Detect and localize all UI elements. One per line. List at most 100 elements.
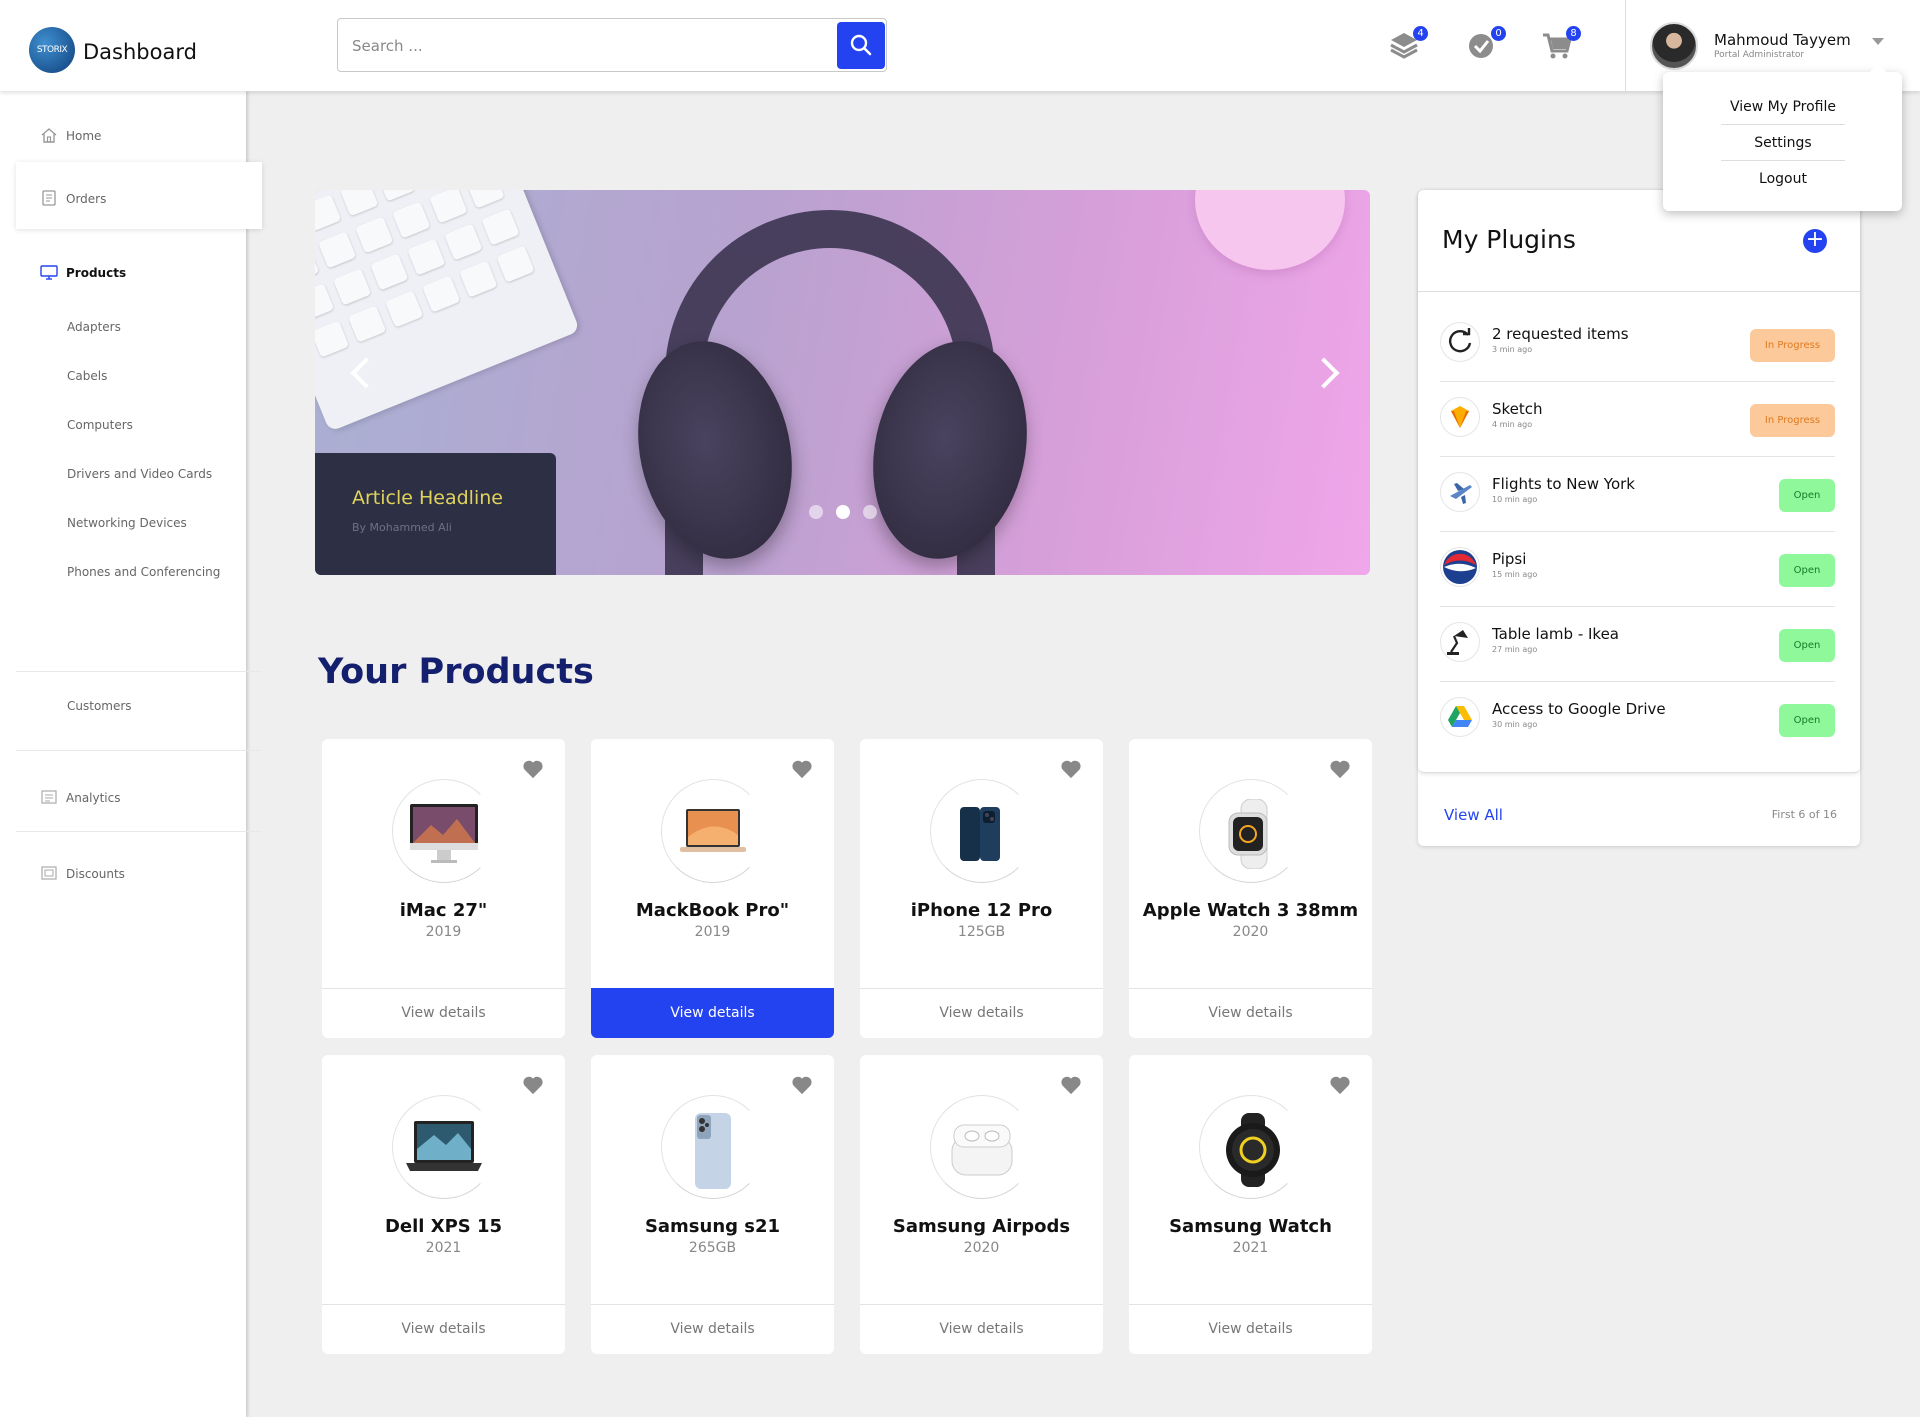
carousel-prev-icon[interactable] [349, 350, 377, 396]
carousel-dot-2[interactable] [836, 505, 850, 519]
plugin-name: Flights to New York [1492, 475, 1635, 493]
plugins-list-container: My Plugins + 2 requested items 3 min ago… [1418, 190, 1860, 773]
plus-icon[interactable]: + [1803, 229, 1827, 253]
sidebar-subitem-phones[interactable]: Phones and Conferencing [67, 565, 220, 579]
plugin-row[interactable]: Flights to New York 10 min ago Open [1440, 457, 1835, 532]
plugin-time: 4 min ago [1492, 420, 1533, 429]
sidebar-subitem-networking[interactable]: Networking Devices [67, 516, 187, 530]
plugin-time: 10 min ago [1492, 495, 1538, 504]
tasks-button[interactable]: 0 [1466, 26, 1506, 62]
plugin-time: 30 min ago [1492, 720, 1538, 729]
search-button[interactable] [837, 22, 885, 69]
product-card: Apple Watch 3 38mm 2020 View details [1129, 739, 1372, 1038]
status-badge: Open [1779, 704, 1835, 737]
apple-watch-icon [1228, 799, 1268, 869]
view-details-button[interactable]: View details [860, 988, 1103, 1038]
search-icon [850, 34, 872, 56]
plugins-title: My Plugins [1442, 225, 1576, 254]
menu-divider [1721, 160, 1845, 161]
user-role: Portal Administrator [1714, 50, 1805, 60]
lamp-icon [1440, 622, 1480, 662]
samsung-phone-icon [695, 1113, 731, 1189]
article-byline: By Mohammed Ali [352, 521, 452, 534]
view-all-link[interactable]: View All [1444, 806, 1503, 824]
cart-button[interactable]: 8 [1541, 26, 1581, 62]
sidebar-subitem-computers[interactable]: Computers [67, 418, 133, 432]
airplane-icon [1440, 472, 1480, 512]
top-header: STORIX Dashboard 4 0 8 Mahmoud Tayyem Po… [0, 0, 1920, 91]
heart-icon[interactable] [791, 759, 813, 779]
search-box [337, 18, 887, 72]
menu-item-logout[interactable]: Logout [1713, 171, 1853, 187]
google-drive-icon [1440, 697, 1480, 737]
view-details-button[interactable]: View details [591, 988, 834, 1038]
sidebar: Home Orders Products Adapters Cabels Com… [0, 91, 262, 1417]
user-name[interactable]: Mahmoud Tayyem [1714, 31, 1851, 49]
product-card: Dell XPS 15 2021 View details [322, 1055, 565, 1354]
heart-icon[interactable] [1329, 1075, 1351, 1095]
sidebar-item-label: Orders [66, 192, 107, 206]
article-headline[interactable]: Article Headline [352, 487, 503, 509]
plugin-row[interactable]: Sketch 4 min ago In Progress [1440, 382, 1835, 457]
plugin-time: 27 min ago [1492, 645, 1538, 654]
plugins-count: First 6 of 16 [1771, 808, 1837, 821]
plugin-row[interactable]: 2 requested items 3 min ago In Progress [1440, 307, 1835, 382]
product-card: Samsung Airpods 2020 View details [860, 1055, 1103, 1354]
sidebar-item-customers[interactable]: Customers [67, 699, 132, 713]
plugin-time: 15 min ago [1492, 570, 1538, 579]
carousel-next-icon[interactable] [1311, 350, 1339, 396]
plugin-row[interactable]: Pipsi 15 min ago Open [1440, 532, 1835, 607]
iphone-icon [960, 807, 1000, 861]
carousel-dot-3[interactable] [863, 505, 877, 519]
sidebar-item-label: Home [66, 129, 102, 143]
plugin-row[interactable]: Access to Google Drive 30 min ago Open [1440, 682, 1835, 757]
product-name: MackBook Pro" [635, 900, 790, 921]
chevron-down-icon[interactable] [1872, 38, 1884, 45]
pepsi-icon [1440, 547, 1480, 587]
heart-icon[interactable] [1060, 1075, 1082, 1095]
product-subtitle: 265GB [688, 1240, 737, 1256]
header-divider [1625, 0, 1626, 91]
heart-icon[interactable] [522, 759, 544, 779]
product-subtitle: 2021 [425, 1240, 462, 1256]
product-card: iPhone 12 Pro 125GB View details [860, 739, 1103, 1038]
plugin-row[interactable]: Table lamb - Ikea 27 min ago Open [1440, 607, 1835, 682]
layers-button[interactable]: 4 [1388, 26, 1428, 62]
menu-item-settings[interactable]: Settings [1713, 135, 1853, 151]
storix-logo[interactable]: STORIX [29, 27, 75, 73]
menu-item-view-profile[interactable]: View My Profile [1713, 99, 1853, 115]
view-details-button[interactable]: View details [591, 1304, 834, 1354]
carousel-caption: Article Headline By Mohammed Ali [315, 453, 556, 575]
view-details-button[interactable]: View details [322, 988, 565, 1038]
status-badge: Open [1779, 629, 1835, 662]
view-details-button[interactable]: View details [1129, 988, 1372, 1038]
sidebar-subitem-cabels[interactable]: Cabels [67, 369, 107, 383]
heart-icon[interactable] [791, 1075, 813, 1095]
product-card: Samsung s21 265GB View details [591, 1055, 834, 1354]
sidebar-subitem-drivers[interactable]: Drivers and Video Cards [67, 467, 212, 481]
sidebar-divider [16, 831, 262, 832]
plugin-name: Pipsi [1492, 550, 1527, 568]
plugins-panel: My Plugins + 2 requested items 3 min ago… [1418, 190, 1860, 846]
heart-icon[interactable] [1329, 759, 1351, 779]
heart-icon[interactable] [1060, 759, 1082, 779]
discounts-icon [41, 866, 57, 880]
products-section-title: Your Products [318, 652, 594, 692]
sketch-icon [1440, 397, 1480, 437]
view-details-button[interactable]: View details [860, 1304, 1103, 1354]
view-details-button[interactable]: View details [322, 1304, 565, 1354]
sidebar-subitem-adapters[interactable]: Adapters [67, 320, 121, 334]
product-subtitle: 2019 [425, 924, 462, 940]
carousel-dot-1[interactable] [809, 505, 823, 519]
layers-badge: 4 [1413, 26, 1428, 41]
cart-badge: 8 [1566, 26, 1581, 41]
monitor-icon [40, 265, 58, 280]
search-input[interactable] [352, 33, 812, 59]
heart-icon[interactable] [522, 1075, 544, 1095]
product-name: iMac 27" [399, 900, 488, 921]
samsung-watch-icon [1226, 1113, 1280, 1187]
view-details-button[interactable]: View details [1129, 1304, 1372, 1354]
user-avatar[interactable] [1650, 22, 1698, 70]
product-name: iPhone 12 Pro [910, 900, 1053, 921]
status-badge: Open [1779, 554, 1835, 587]
